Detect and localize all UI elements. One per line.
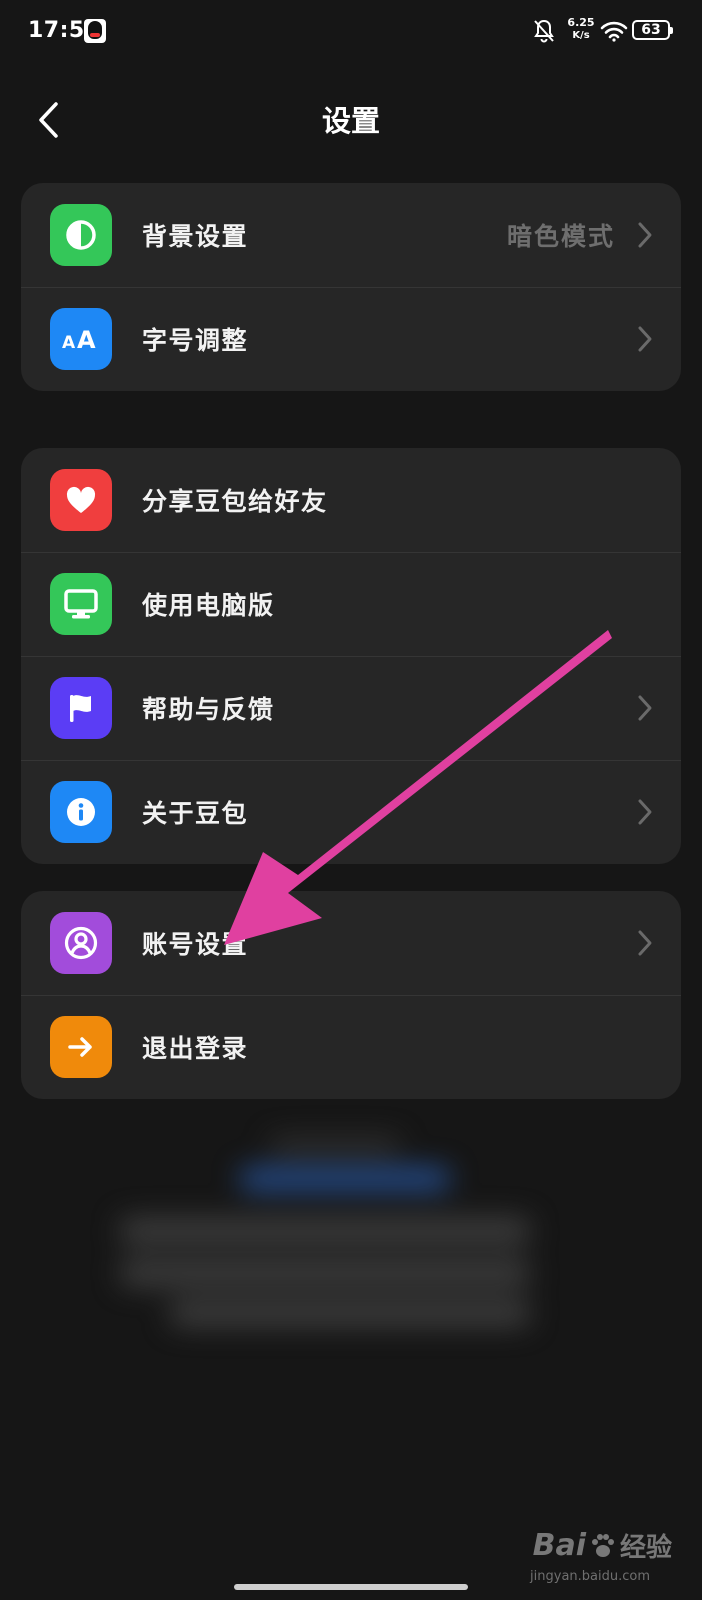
chevron-right-icon <box>638 222 652 248</box>
flag-icon <box>70 695 91 722</box>
settings-group-account: 账号设置 退出登录 <box>21 891 681 1099</box>
home-indicator[interactable] <box>234 1584 468 1590</box>
chevron-right-icon <box>638 930 652 956</box>
chevron-right-icon <box>638 695 652 721</box>
settings-group-display: 背景设置 暗色模式 A A 字号调整 <box>21 183 681 391</box>
network-speed-value: 6.25 <box>567 16 595 29</box>
chevron-right-icon <box>638 799 652 825</box>
network-speed: 6.25 K/s <box>566 16 596 42</box>
chevron-right-icon <box>638 326 652 352</box>
user-icon <box>64 926 98 960</box>
page-title: 设置 <box>321 104 380 138</box>
account-tile <box>50 912 112 974</box>
svg-text:A: A <box>62 333 76 353</box>
row-about[interactable]: 关于豆包 <box>21 760 681 864</box>
blurred-content <box>110 1128 550 1368</box>
battery-indicator: 63 <box>632 20 673 40</box>
row-label: 关于豆包 <box>142 799 249 828</box>
row-share[interactable]: 分享豆包给好友 <box>21 448 681 552</box>
svg-text:A: A <box>77 326 96 354</box>
font-size-icon: A A <box>62 326 96 354</box>
font-size-tile: A A <box>50 308 112 370</box>
row-label: 分享豆包给好友 <box>142 487 328 516</box>
desktop-tile <box>50 573 112 635</box>
bell-off-icon <box>534 19 554 43</box>
row-value: 暗色模式 <box>506 222 615 251</box>
row-account-settings[interactable]: 账号设置 <box>21 891 681 995</box>
baidu-jingyan-watermark: Bai 经验 <box>533 1527 672 1564</box>
help-tile <box>50 677 112 739</box>
half-circle-icon <box>66 220 96 250</box>
row-label: 退出登录 <box>142 1034 249 1063</box>
watermark-text: 经验 <box>619 1533 672 1563</box>
row-label: 使用电脑版 <box>142 591 275 620</box>
paw-icon <box>591 1533 614 1557</box>
row-background-settings[interactable]: 背景设置 暗色模式 <box>21 183 681 287</box>
watermark-logo: Bai <box>532 1528 586 1563</box>
qq-notification-icon <box>84 19 106 43</box>
watermark-url: jingyan.baidu.com <box>530 1569 650 1584</box>
row-label: 背景设置 <box>142 222 249 251</box>
row-label: 字号调整 <box>142 326 249 355</box>
about-tile <box>50 781 112 843</box>
row-label: 帮助与反馈 <box>142 695 275 724</box>
row-logout[interactable]: 退出登录 <box>21 995 681 1099</box>
background-settings-tile <box>50 204 112 266</box>
network-speed-unit: K/s <box>572 30 590 41</box>
row-label: 账号设置 <box>142 930 249 959</box>
heart-icon <box>66 486 96 513</box>
logout-arrow-icon <box>68 1037 92 1057</box>
row-help-feedback[interactable]: 帮助与反馈 <box>21 656 681 760</box>
share-tile <box>50 469 112 531</box>
info-icon <box>67 798 95 826</box>
nav-bar: 设置 <box>0 80 702 160</box>
row-desktop-version[interactable]: 使用电脑版 <box>21 552 681 656</box>
wifi-icon <box>600 21 628 42</box>
logout-tile <box>50 1016 112 1078</box>
monitor-icon <box>64 589 98 619</box>
status-bar: 17:59 6.25 K/s 63 <box>0 0 702 64</box>
row-font-size[interactable]: A A 字号调整 <box>21 287 681 391</box>
settings-group-general: 分享豆包给好友 使用电脑版 帮助与反馈 关于豆包 <box>21 448 681 864</box>
